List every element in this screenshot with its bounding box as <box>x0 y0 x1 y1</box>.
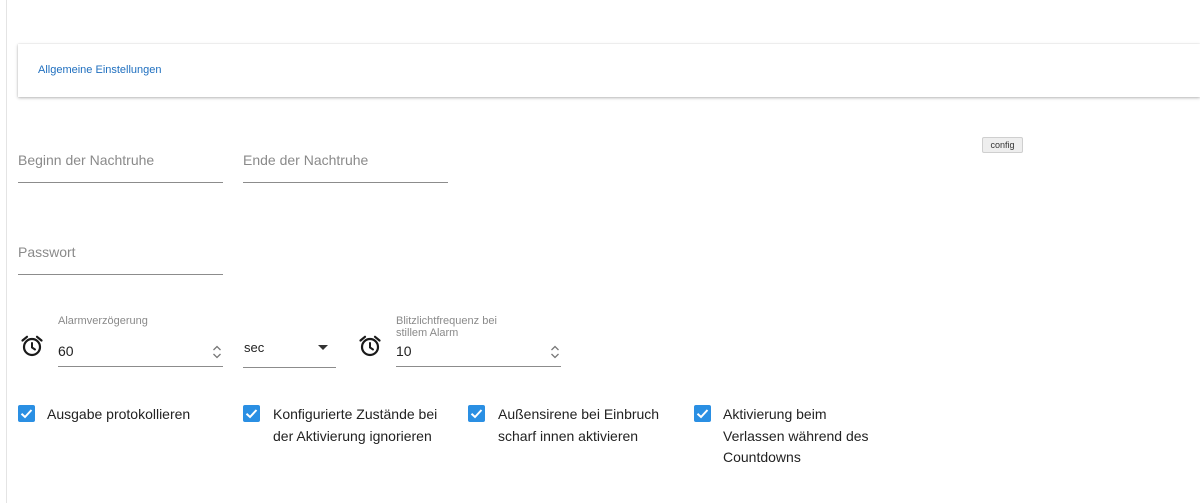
checkbox-outdoor-siren[interactable] <box>468 405 485 422</box>
alarm-delay-value: 60 <box>58 343 74 359</box>
night-start-placeholder: Beginn der Nachtruhe <box>18 152 155 168</box>
alarm-delay-label: Alarmverzögerung <box>58 315 148 327</box>
checkbox-activation-on-leave-label: Aktivierung beim Verlassen während des C… <box>723 406 869 465</box>
checkmark-icon <box>20 409 33 419</box>
night-end-placeholder: Ende der Nachtruhe <box>243 152 369 168</box>
tab-bar: Allgemeine Einstellungen <box>18 44 1200 97</box>
checkbox-outdoor-siren-label: Außensirene bei Einbruch scharf innen ak… <box>498 406 660 444</box>
night-end-field[interactable]: Ende der Nachtruhe <box>243 140 448 183</box>
password-placeholder: Passwort <box>18 244 76 260</box>
flash-frequency-label-line1: Blitzlichtfrequenz bei <box>396 315 497 327</box>
flash-frequency-value: 10 <box>396 343 412 359</box>
checkbox-log-output[interactable] <box>18 405 35 422</box>
night-start-field[interactable]: Beginn der Nachtruhe <box>18 140 223 183</box>
dropdown-caret-icon <box>318 345 328 350</box>
tab-general-settings[interactable]: Allgemeine Einstellungen <box>38 64 162 76</box>
checkmark-icon <box>696 409 709 419</box>
flash-frequency-field[interactable]: Blitzlichtfrequenz bei stillem Alarm 10 <box>396 313 561 367</box>
checkbox-log-output-label: Ausgabe protokollieren <box>47 406 191 422</box>
number-spinner-icon[interactable] <box>549 344 561 360</box>
alarm-delay-field[interactable]: Alarmverzögerung 60 <box>58 313 223 367</box>
checkmark-icon <box>245 409 258 419</box>
time-unit-select[interactable]: sec <box>243 327 336 368</box>
checkbox-ignore-states[interactable] <box>243 405 260 422</box>
left-divider <box>6 0 7 503</box>
flash-frequency-label-line2: stillem Alarm <box>396 327 459 339</box>
number-spinner-icon[interactable] <box>211 344 223 360</box>
time-unit-value: sec <box>244 340 265 355</box>
alarm-clock-icon <box>359 335 381 357</box>
checkbox-activation-on-leave[interactable] <box>694 405 711 422</box>
password-field[interactable]: Passwort <box>18 232 223 275</box>
config-button[interactable]: config <box>982 137 1023 153</box>
alarm-clock-icon <box>21 335 43 357</box>
checkmark-icon <box>470 409 483 419</box>
checkbox-ignore-states-label: Konfigurierte Zustände bei der Aktivieru… <box>273 406 438 444</box>
